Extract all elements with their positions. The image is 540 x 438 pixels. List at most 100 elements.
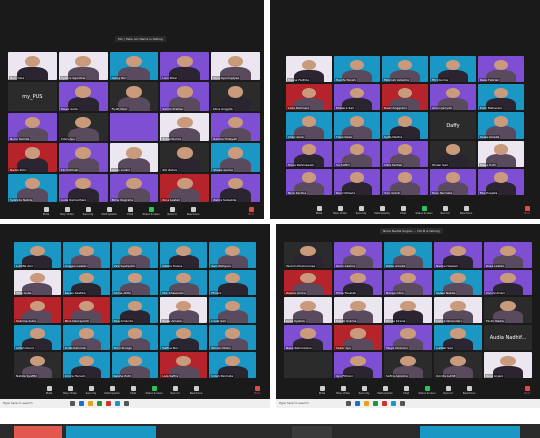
participant-tile[interactable]: Hasna Fadhila <box>286 56 332 83</box>
participant-tile[interactable]: Dina Anggita <box>211 82 260 111</box>
participant-tile[interactable]: Mega Putri <box>478 140 524 167</box>
participant-tile[interactable]: Yulia Aulia <box>14 269 61 296</box>
participants-button[interactable]: Participants <box>373 206 391 215</box>
participant-tile[interactable]: Hanifa Tanah <box>334 56 380 83</box>
participant-tile[interactable]: Riska Amelia <box>160 297 208 323</box>
participant-tile[interactable]: Sabrina Aulia <box>14 297 61 323</box>
security-button[interactable]: Security <box>79 207 97 216</box>
participant-tile[interactable]: Zulfa Rahmah <box>62 324 110 351</box>
participant-tile[interactable]: Fitri Kurnia <box>430 56 476 83</box>
share-screen-button[interactable]: Share Screen <box>415 206 433 215</box>
participant-tile[interactable]: Aura Syakila <box>284 297 332 323</box>
participant-tile[interactable]: Rani Oktavia <box>334 168 380 195</box>
participant-tile[interactable]: Indah Permata <box>209 352 256 378</box>
participant-tile[interactable]: Laras Andini <box>109 143 159 172</box>
participant-tile[interactable]: Intan Ayu <box>58 112 108 142</box>
security-button[interactable]: Security <box>352 206 370 215</box>
participants-button[interactable]: Participants <box>100 207 118 216</box>
participant-tile[interactable]: Laila Rahmani <box>286 84 332 111</box>
stop-video-button[interactable]: Stop Video <box>334 386 352 395</box>
taskbar-app-icon[interactable] <box>355 401 360 406</box>
stop-video-button[interactable]: Stop Video <box>331 206 349 215</box>
participant-tile[interactable]: Anggun Lestari <box>62 242 110 268</box>
chat-button[interactable]: Chat <box>394 206 412 215</box>
participant-tile[interactable]: Vira Syahputri <box>111 242 159 268</box>
participant-tile[interactable]: Cahya Wulandari <box>434 297 482 323</box>
participant-tile[interactable]: Audia Nadhif... <box>484 324 532 351</box>
participant-tile[interactable]: Refina Nur <box>160 324 208 351</box>
participant-tile[interactable]: Nuri Yulia <box>8 52 57 81</box>
taskbar-app-icon[interactable] <box>79 401 84 406</box>
participant-tile[interactable]: Tasya Aulia <box>58 82 108 111</box>
participant-tile[interactable]: Nadia Putri <box>8 143 57 172</box>
security-button[interactable]: Security <box>355 386 373 395</box>
participant-tile[interactable]: Salsa Amalia <box>478 112 524 139</box>
participant-tile[interactable]: Karin Azahra <box>334 242 382 268</box>
participant-tile[interactable]: Nabila Syafitri <box>14 352 61 378</box>
participant-tile[interactable]: Nurul Kamila <box>8 112 57 142</box>
participant-tile[interactable]: Syafira Agustina <box>58 52 108 81</box>
end-button[interactable]: End <box>242 207 260 216</box>
participant-tile[interactable]: Eka Puspita <box>478 168 524 195</box>
mute-button[interactable]: Mute <box>37 207 55 216</box>
participant-tile[interactable]: Safira Azzahra <box>384 352 432 378</box>
chat-button[interactable]: Chat <box>124 386 142 395</box>
participant-tile[interactable]: Salwa Nabila <box>434 269 482 296</box>
record-button[interactable]: Record <box>436 206 454 215</box>
participant-tile[interactable]: Zaskia Amira <box>284 269 332 296</box>
participant-tile[interactable]: Ira Safitri <box>334 140 380 167</box>
taskbar-search-3[interactable]: Type here to search <box>3 401 33 405</box>
participant-tile[interactable]: Sari Wahyuni <box>209 242 256 268</box>
end-button[interactable]: End <box>518 206 536 215</box>
participant-tile[interactable]: Fitriani <box>209 269 256 296</box>
participant-tile[interactable]: Nadya Hapsari <box>434 242 482 268</box>
chat-button[interactable]: Chat <box>121 207 139 216</box>
security-button[interactable]: Security <box>82 386 100 395</box>
participant-tile[interactable]: Citra Pertiwi <box>382 140 428 167</box>
participant-tile[interactable]: Yuni Astuti <box>382 168 428 195</box>
participant-tile[interactable]: Melati Sukma <box>334 297 382 323</box>
reactions-button[interactable]: Reactions <box>187 386 205 395</box>
participant-tile[interactable]: Syahida Nabila <box>8 173 57 202</box>
participant-tile[interactable]: Linda Sari <box>209 297 256 323</box>
taskbar-app-icon[interactable] <box>364 401 369 406</box>
record-button[interactable]: Record <box>439 386 457 395</box>
taskbar-app-icon[interactable] <box>97 401 102 406</box>
participant-tile[interactable]: Ghina Alifia <box>111 269 159 296</box>
participant-tile[interactable]: Sekar Ayu <box>334 324 382 351</box>
reactions-button[interactable]: Reactions <box>457 206 475 215</box>
participant-tile[interactable]: Kenes Sastika <box>62 269 110 296</box>
mute-button[interactable]: Mute <box>40 386 58 395</box>
participant-tile[interactable]: Rara Anjani <box>484 352 532 378</box>
participant-tile[interactable]: Mira Damayanti <box>62 297 110 323</box>
participant-tile[interactable]: Sheila Aprilia <box>211 143 260 172</box>
participant-tile[interactable]: Fiyah Noor <box>109 82 159 111</box>
participant-tile[interactable]: Mutiara Sari <box>334 84 380 111</box>
participant-tile[interactable]: Nabila Husna <box>160 242 208 268</box>
participant-tile[interactable]: Nur Khasanah <box>160 269 208 296</box>
participant-tile[interactable]: Rina Lestari <box>160 173 210 202</box>
record-button[interactable]: Record <box>163 207 181 216</box>
participant-tile[interactable]: Tiara Dewi <box>334 112 380 139</box>
participant-tile[interactable]: Dewi Anggraini <box>382 84 428 111</box>
taskbar-app-icon[interactable] <box>373 401 378 406</box>
share-screen-button[interactable]: Share Screen <box>142 207 160 216</box>
participant-tile[interactable]: Aulia Ramadhani <box>58 173 108 202</box>
participant-tile[interactable]: Amira Hanum <box>62 352 110 378</box>
share-screen-button[interactable]: Share Screen <box>418 386 436 395</box>
taskbar-app-icon[interactable] <box>346 401 351 406</box>
participant-tile[interactable]: Ayu Fitriani <box>334 352 382 378</box>
participant-tile[interactable]: Rosa Lestari <box>484 242 532 268</box>
participant-tile[interactable]: Luthfia Aini <box>14 242 61 268</box>
participant-tile[interactable] <box>109 112 159 142</box>
participant-tile[interactable]: Alya Ayuningtyas <box>211 52 260 81</box>
taskbar-app-icon[interactable] <box>124 401 129 406</box>
participant-tile[interactable]: Bunga Citra <box>384 269 432 296</box>
participant-tile[interactable]: Rahma Hidayah <box>211 112 260 142</box>
participant-tile[interactable]: Dinda Kirana <box>384 297 432 323</box>
taskbar-app-icon[interactable] <box>88 401 93 406</box>
participant-tile[interactable]: Farah Nadia <box>484 297 532 323</box>
participant-tile[interactable]: Ajeng Nur <box>109 52 159 81</box>
participant-tile[interactable]: Yasmin Khairunnisa <box>284 242 332 268</box>
participant-tile[interactable]: Lian Rizal <box>160 52 210 81</box>
